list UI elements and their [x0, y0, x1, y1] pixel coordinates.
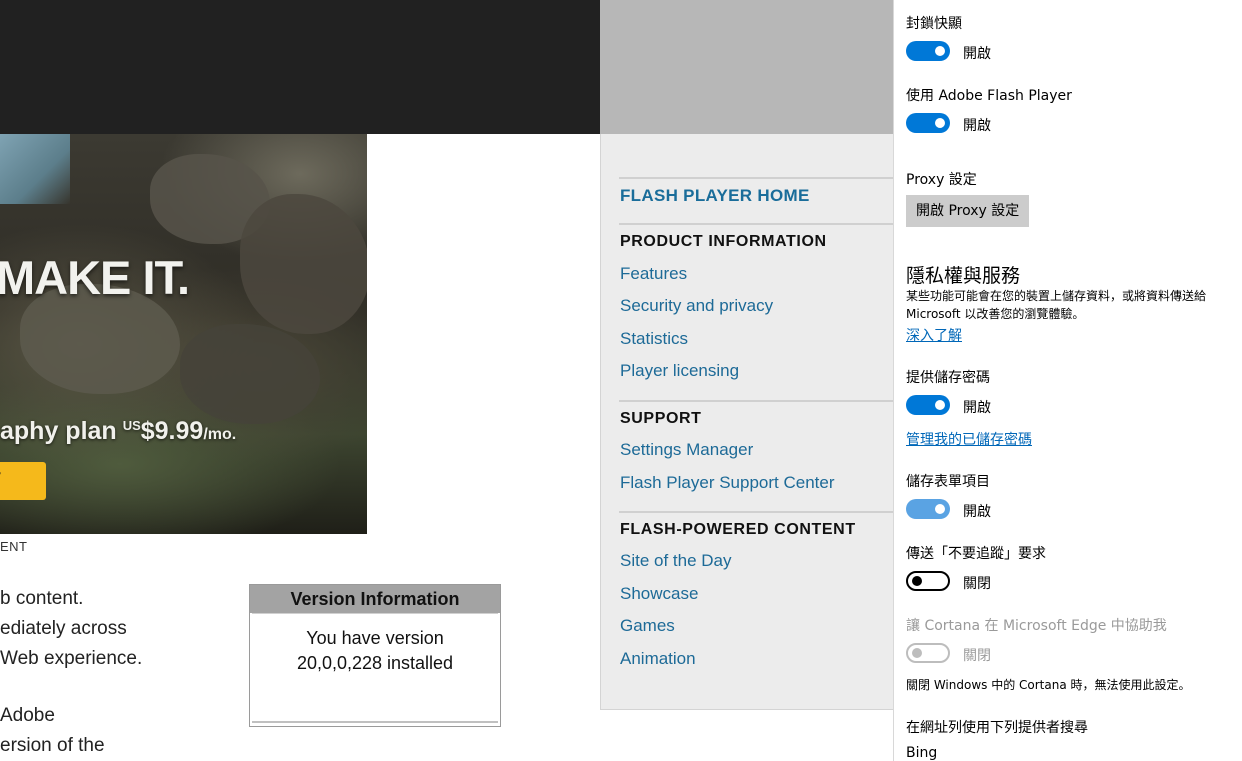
version-info-body: You have version 20,0,0,228 installed	[252, 613, 498, 723]
nav-link-animation[interactable]: Animation	[620, 649, 696, 669]
save-form-entries-label: 儲存表單項目	[906, 474, 990, 490]
nav-divider	[619, 511, 894, 513]
flash-player-label: 使用 Adobe Flash Player	[906, 88, 1072, 104]
nav-link-security-privacy[interactable]: Security and privacy	[620, 296, 773, 316]
nav-section-flash-powered-content: FLASH-POWERED CONTENT	[620, 521, 856, 538]
banner-cta-button[interactable]: y	[0, 462, 46, 500]
toggle-knob	[935, 46, 945, 56]
toggle-knob	[935, 400, 945, 410]
banner-caption: ENT	[0, 539, 28, 554]
nav-link-features[interactable]: Features	[620, 264, 687, 284]
nav-section-product-information: PRODUCT INFORMATION	[620, 233, 827, 250]
version-info-line: You have version	[306, 628, 444, 648]
cortana-assist-toggle	[906, 643, 950, 663]
page-header-gray-band	[600, 0, 894, 134]
banner-price-suffix: /mo.	[203, 426, 237, 443]
do-not-track-toggle[interactable]	[906, 571, 950, 591]
nav-link-support-center[interactable]: Flash Player Support Center	[620, 473, 835, 493]
nav-divider	[619, 400, 894, 402]
open-proxy-settings-button[interactable]: 開啟 Proxy 設定	[906, 195, 1030, 227]
flash-player-state: 開啟	[963, 118, 991, 134]
body-text-line: b content.	[0, 588, 84, 609]
save-form-entries-state: 開啟	[963, 504, 991, 520]
save-form-entries-toggle[interactable]	[906, 499, 950, 519]
manage-saved-passwords-link[interactable]: 管理我的已儲存密碼	[906, 429, 1032, 449]
version-info-line: 20,0,0,228 installed	[296, 653, 454, 673]
toggle-knob	[935, 504, 945, 514]
page-header-dark-band	[0, 0, 600, 134]
version-info-box: Version Information You have version 20,…	[249, 584, 501, 727]
body-text-line: ersion of the	[0, 735, 105, 756]
cortana-disabled-note: 關閉 Windows 中的 Cortana 時，無法使用此設定。	[906, 678, 1191, 692]
flash-player-toggle[interactable]	[906, 113, 950, 133]
block-popups-state: 開啟	[963, 46, 991, 62]
cortana-assist-state: 關閉	[963, 648, 991, 664]
nav-link-site-of-the-day[interactable]: Site of the Day	[620, 551, 732, 571]
nav-link-showcase[interactable]: Showcase	[620, 584, 698, 604]
banner-price-prefix: US	[122, 417, 141, 433]
toggle-knob	[912, 648, 922, 658]
toggle-knob	[912, 576, 922, 586]
flash-sidebar-nav: FLASH PLAYER HOME PRODUCT INFORMATION Fe…	[600, 134, 894, 710]
learn-more-link[interactable]: 深入了解	[906, 325, 962, 345]
save-passwords-toggle[interactable]	[906, 395, 950, 415]
nav-link-player-licensing[interactable]: Player licensing	[620, 361, 739, 381]
body-text-line: ediately across	[0, 618, 127, 639]
version-info-title: Version Information	[250, 585, 500, 613]
banner-plan-text: aphy plan US$9.99/mo.	[0, 417, 236, 446]
do-not-track-label: 傳送「不要追蹤」要求	[906, 546, 1046, 562]
nav-flash-player-home[interactable]: FLASH PLAYER HOME	[620, 186, 810, 206]
banner-rock	[180, 324, 320, 424]
cortana-assist-label: 讓 Cortana 在 Microsoft Edge 中協助我	[906, 618, 1167, 634]
toggle-knob	[935, 118, 945, 128]
nav-section-support: SUPPORT	[620, 410, 702, 427]
block-popups-toggle[interactable]	[906, 41, 950, 61]
nav-link-games[interactable]: Games	[620, 616, 675, 636]
nav-divider	[619, 177, 894, 179]
edge-advanced-settings-panel[interactable]: 封鎖快顯 開啟 使用 Adobe Flash Player 開啟 Proxy 設…	[893, 0, 1242, 761]
banner-price: $9.99	[140, 417, 204, 445]
banner-plan-name: aphy plan	[0, 417, 117, 445]
privacy-services-heading: 隱私權與服務	[906, 265, 1021, 287]
proxy-settings-label: Proxy 設定	[906, 172, 977, 188]
search-provider-value[interactable]: Bing	[906, 745, 937, 761]
nav-link-statistics[interactable]: Statistics	[620, 329, 688, 349]
block-popups-label: 封鎖快顯	[906, 16, 962, 32]
save-passwords-state: 開啟	[963, 400, 991, 416]
banner-rock	[240, 194, 367, 334]
banner-sky	[0, 134, 70, 204]
banner-headline: MAKE IT.	[0, 251, 190, 304]
search-provider-label: 在網址列使用下列提供者搜尋	[906, 720, 1088, 736]
body-text-line: Web experience.	[0, 648, 143, 669]
save-passwords-label: 提供儲存密碼	[906, 370, 990, 386]
promo-banner[interactable]: MAKE IT. aphy plan US$9.99/mo. y	[0, 134, 367, 534]
body-text-line: Adobe	[0, 705, 55, 726]
nav-divider	[619, 223, 894, 225]
privacy-services-description: 某些功能可能會在您的裝置上儲存資料，或將資料傳送給 Microsoft 以改善您…	[906, 289, 1207, 321]
do-not-track-state: 關閉	[963, 576, 991, 592]
nav-link-settings-manager[interactable]: Settings Manager	[620, 440, 753, 460]
